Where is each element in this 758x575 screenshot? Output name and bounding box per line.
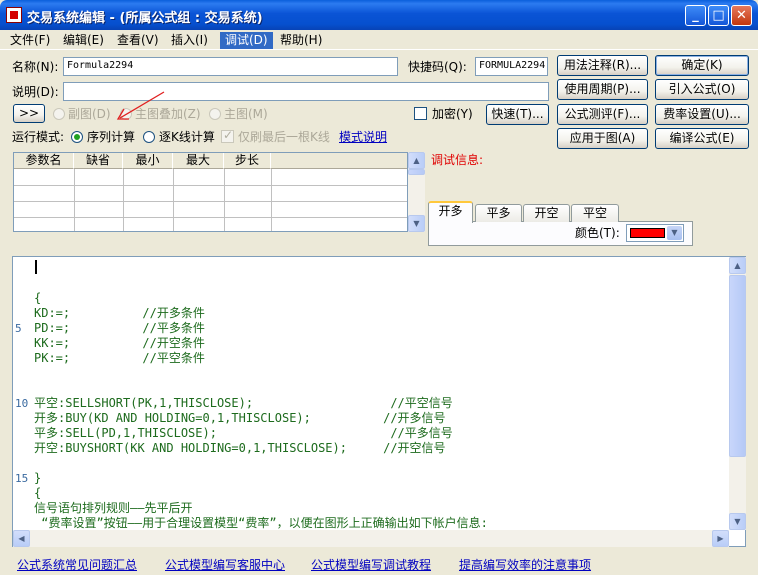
scroll-down-icon[interactable]: ▼ [729,513,746,530]
code-line: “费率设置”按钮——用于合理设置模型“费率”，以便在图形上正确输出如下帐户信息: [34,516,488,530]
line-number: 5 [15,322,22,335]
menu-help[interactable]: 帮助(H) [275,32,327,49]
param-table-scrollbar[interactable]: ▲ ▼ [408,152,425,232]
tab-close-short[interactable]: 平空 [571,204,619,222]
subchart-radio[interactable] [53,108,65,120]
code-line: 平多:SELL(PD,1,THISCLOSE); //平多信号 [34,426,453,440]
mode-kline-radio[interactable] [143,131,155,143]
tab-close-long[interactable]: 平多 [475,204,522,222]
syntax-button[interactable]: 用法注释(R)... [557,55,648,76]
shortcut-input[interactable]: FORMULA2294 [475,57,548,76]
grid-line [14,185,407,186]
menu-insert[interactable]: 插入(I) [166,32,213,49]
apply-button[interactable]: 应用于图(A) [557,128,648,149]
color-swatch [630,228,665,238]
color-label: 颜色(T): [575,226,620,240]
grid-line [14,217,407,218]
param-col-step[interactable]: 步长 [224,153,271,169]
code-line: { [34,486,42,500]
maximize-button[interactable]: □ [708,5,729,26]
scroll-thumb[interactable] [729,275,746,457]
only-last-label: 仅刷最后一根K线 [238,130,330,144]
debug-label: 调试信息: [431,153,484,167]
desc-label: 说明(D): [12,85,59,99]
fee-button[interactable]: 费率设置(U)... [655,104,749,125]
mode-label: 运行模式: [12,130,65,144]
only-last-checkbox[interactable] [221,128,234,143]
editor-vscroll[interactable]: ▲ ▼ [729,257,746,530]
expand-button[interactable]: >> [13,104,45,123]
menu-debug[interactable]: 调试(D) [220,32,273,49]
code-line: } [34,471,42,485]
import-button[interactable]: 引入公式(O) [655,79,749,100]
scroll-left-icon[interactable]: ◀ [13,530,30,547]
window-title: 交易系统编辑 - (所属公式组 : 交易系统) [27,11,263,26]
code-line: PK:=; //平空条件 [34,351,205,365]
mainchart-label: 主图(M) [224,107,268,121]
param-col-name[interactable]: 参数名 [14,153,74,169]
annotation-arrow [116,91,165,120]
menu-view[interactable]: 查看(V) [112,32,164,49]
compile-button[interactable]: 编译公式(E) [655,128,749,149]
code-line: KD:=; //开多条件 [34,306,205,320]
scroll-up-icon[interactable]: ▲ [408,152,425,169]
mode-sequence-label: 序列计算 [87,130,136,144]
footer-link-faq[interactable]: 公式系统常见问题汇总 [17,556,137,573]
code-line: KK:=; //开空条件 [34,336,205,350]
grid-line [14,201,407,202]
text-caret [35,260,37,274]
period-button[interactable]: 使用周期(P)... [557,79,648,100]
tab-open-short[interactable]: 开空 [523,204,570,222]
menu-edit[interactable]: 编辑(E) [58,32,109,49]
param-col-max[interactable]: 最大 [173,153,224,169]
code-editor[interactable]: {KD:=; //开多条件 5 PD:=; //平多条件 KK:=; //开空条件 PK… [12,256,746,547]
param-col-default[interactable]: 缺省 [74,153,123,169]
param-table[interactable]: 参数名 缺省 最小 最大 步长 [13,152,408,232]
scroll-thumb[interactable] [408,169,425,175]
minimize-button[interactable]: _ [685,5,706,26]
param-col-min[interactable]: 最小 [123,153,173,169]
quick-button[interactable]: 快速(T)... [486,104,549,125]
close-button[interactable]: ✕ [731,5,752,26]
line-number: 15 [15,472,29,485]
encrypt-label: 加密(Y) [432,107,473,121]
chevron-down-icon[interactable]: ▼ [667,226,682,240]
menu-file[interactable]: 文件(F) [5,32,55,49]
scroll-right-icon[interactable]: ▶ [712,530,729,547]
footer-link-tutorial[interactable]: 公式模型编写调试教程 [311,556,431,573]
name-label: 名称(N): [12,60,59,74]
code-line: { [34,291,42,305]
ok-button[interactable]: 确定(K) [655,55,749,76]
color-select[interactable]: ▼ [626,224,684,242]
mode-kline-label: 逐K线计算 [159,130,215,144]
title-bar[interactable]: 交易系统编辑 - (所属公式组 : 交易系统) _ □ ✕ [0,0,758,30]
mainchart-radio[interactable] [209,108,221,120]
test-button[interactable]: 公式测评(F)... [557,104,648,125]
scroll-up-icon[interactable]: ▲ [729,257,746,274]
shortcut-label: 快捷码(Q): [408,60,467,74]
code-line: 平空:SELLSHORT(PK,1,THISCLOSE); //平空信号 [34,396,453,410]
footer-link-tips[interactable]: 提高编写效率的注意事项 [459,556,591,573]
scroll-down-icon[interactable]: ▼ [408,215,425,232]
param-col-filler [271,153,407,169]
mode-sequence-radio[interactable] [71,131,83,143]
line-number: 10 [15,397,29,410]
encrypt-checkbox[interactable] [414,107,427,120]
footer-link-support[interactable]: 公式模型编写客服中心 [165,556,285,573]
mode-help-link[interactable]: 模式说明 [339,129,387,145]
name-input[interactable]: Formula2294 [63,57,398,76]
code-line: 开多:BUY(KD AND HOLDING=0,1,THISCLOSE); //… [34,411,446,425]
code-line: PD:=; //平多条件 [34,321,205,335]
code-line: 信号语句排列规则——先平后开 [34,501,193,515]
tab-open-long[interactable]: 开多 [428,201,473,223]
editor-hscroll[interactable]: ◀ ▶ [13,530,729,547]
code-line: 开空:BUYSHORT(KK AND HOLDING=0,1,THISCLOSE… [34,441,446,455]
app-icon [6,7,22,23]
menu-bar: 文件(F) 编辑(E) 查看(V) 插入(I) 调试(D) 帮助(H) [0,30,758,50]
